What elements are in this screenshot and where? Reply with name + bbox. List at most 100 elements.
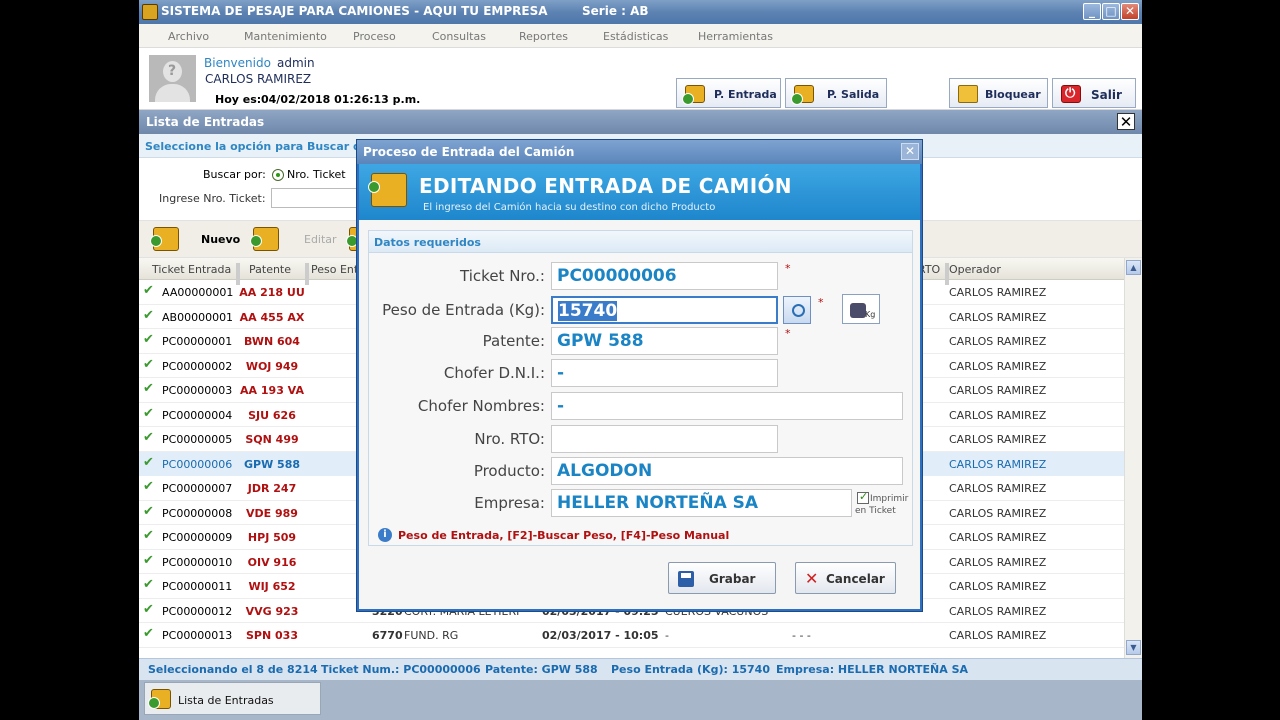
plate-cell: WIJ 652: [248, 580, 296, 593]
company-field[interactable]: HELLER NORTEÑA SA: [551, 489, 852, 517]
search-weight-icon[interactable]: [783, 296, 811, 324]
col-ticket[interactable]: Ticket Entrada: [148, 263, 231, 276]
power-icon: [1061, 85, 1081, 103]
print-checkbox[interactable]: [857, 490, 869, 504]
new-button[interactable]: Nuevo: [201, 233, 240, 246]
operator-cell: CARLOS RAMIREZ: [949, 580, 1047, 593]
plate-cell: BWN 604: [244, 335, 300, 348]
plate-cell: HPJ 509: [247, 531, 297, 544]
section-legend: Datos requeridos: [369, 231, 912, 253]
ticket-search-label: Ingrese Nro. Ticket:: [159, 192, 266, 205]
dialog-body: Datos requeridos Ticket Nro.: PC00000006…: [359, 220, 920, 609]
menu-mantenimiento[interactable]: Mantenimiento: [244, 30, 327, 43]
check-icon: ✔: [143, 503, 154, 519]
ticket-cell: PC00000001: [162, 335, 233, 348]
menu-consultas[interactable]: Consultas: [432, 30, 486, 43]
title-bar: SISTEMA DE PESAJE PARA CAMIONES - AQUI T…: [139, 0, 1142, 24]
section-title: Datos requeridos: [374, 236, 481, 249]
menu-archivo[interactable]: Archivo: [168, 30, 209, 43]
list-title: Lista de Entradas: [146, 115, 265, 129]
menu-estadisticas[interactable]: Estádisticas: [603, 30, 668, 43]
status-weight: Peso Entrada (Kg): 15740: [611, 663, 770, 676]
operator-cell: CARLOS RAMIREZ: [949, 384, 1047, 397]
scroll-up-icon[interactable]: ▲: [1126, 260, 1141, 275]
save-button[interactable]: Grabar: [668, 562, 776, 594]
ticket-cell: PC00000013: [162, 629, 233, 642]
exit-app-button[interactable]: Salir: [1052, 78, 1136, 108]
required-mark: *: [785, 327, 791, 340]
ticket-search-input[interactable]: [271, 188, 361, 208]
exit-process-button[interactable]: P. Salida: [785, 78, 887, 108]
weight-field[interactable]: 15740: [551, 296, 778, 324]
lock-button[interactable]: Bloquear: [949, 78, 1048, 108]
rto-cell: - - -: [792, 629, 811, 642]
scale-kg-icon[interactable]: Kg: [842, 294, 880, 324]
dialog-close-button[interactable]: ✕: [901, 143, 919, 160]
operator-cell: CARLOS RAMIREZ: [949, 359, 1047, 373]
exit-app-label: Salir: [1091, 88, 1122, 102]
new-icon[interactable]: [150, 227, 179, 251]
check-icon: ✔: [143, 552, 154, 568]
plate-field[interactable]: GPW 588: [551, 327, 778, 355]
status-ticket: Ticket Num.: PC00000006: [321, 663, 481, 676]
col-operator[interactable]: Operador: [945, 263, 1001, 276]
plate-cell: VDE 989: [246, 506, 298, 520]
menu-bar: Archivo Mantenimiento Proceso Consultas …: [139, 24, 1142, 48]
ticket-cell: PC00000004: [162, 408, 233, 422]
col-plate[interactable]: Patente: [245, 263, 291, 276]
dialog-heading: EDITANDO ENTRADA DE CAMIÓN: [419, 174, 792, 198]
check-icon: ✔: [143, 479, 154, 494]
ticket-cell: PC00000006: [162, 457, 233, 471]
exit-process-label: P. Salida: [827, 88, 880, 101]
tab-lista-entradas[interactable]: Lista de Entradas: [144, 682, 321, 715]
dni-field[interactable]: -: [551, 359, 778, 387]
ticket-cell: PC00000008: [162, 506, 233, 520]
ticket-cell: PC00000010: [162, 555, 233, 569]
driver-label: Chofer Nombres:: [417, 397, 545, 415]
plate-cell: WOJ 949: [245, 359, 299, 373]
menu-reportes[interactable]: Reportes: [519, 30, 568, 43]
ticket-field[interactable]: PC00000006: [551, 262, 778, 290]
rto-label: Nro. RTO:: [474, 430, 545, 448]
maximize-button[interactable]: □: [1102, 3, 1120, 20]
cancel-button[interactable]: ✕ Cancelar: [795, 562, 896, 594]
scroll-down-icon[interactable]: ▼: [1126, 640, 1141, 655]
lock-label: Bloquear: [985, 88, 1041, 101]
close-list-button[interactable]: ✕: [1117, 113, 1135, 130]
entry-process-button[interactable]: P. Entrada: [676, 78, 781, 108]
ticket-cell: AA00000001: [162, 286, 234, 299]
operator-cell: CARLOS RAMIREZ: [949, 457, 1047, 471]
lock-icon: [958, 85, 978, 103]
check-icon: ✔: [143, 430, 154, 445]
rto-field[interactable]: [551, 425, 778, 453]
menu-proceso[interactable]: Proceso: [353, 30, 396, 43]
weight-cell: 6770: [372, 629, 403, 642]
col-weight[interactable]: Peso Entr: [307, 263, 363, 276]
table-scrollbar[interactable]: ▲ ▼: [1124, 258, 1142, 658]
status-plate: Patente: GPW 588: [485, 663, 598, 676]
serie-label: Serie : AB: [582, 4, 649, 18]
product-field[interactable]: ALGODON: [551, 457, 903, 485]
today-label: Hoy es:: [215, 93, 262, 106]
edit-icon[interactable]: [250, 227, 279, 251]
required-mark: *: [818, 296, 824, 309]
ticket-cell: PC00000011: [162, 580, 233, 593]
edit-button[interactable]: Editar: [304, 233, 337, 246]
ticket-cell: PC00000009: [162, 531, 233, 544]
table-row[interactable]: ✔ PC00000013 SPN 033 CARLOS RAMIREZ 6770 FUND…: [139, 623, 1124, 647]
plate-cell: AA 193 VA: [240, 384, 304, 397]
dialog-title-bar: Proceso de Entrada del Camión ✕: [357, 140, 922, 164]
truck-app-icon: [142, 4, 158, 20]
required-mark: *: [785, 262, 791, 275]
driver-field[interactable]: -: [551, 392, 903, 420]
check-icon: ✔: [143, 405, 154, 421]
dialog-subheading: El ingreso del Camión hacia su destino c…: [423, 202, 716, 213]
minimize-button[interactable]: _: [1083, 3, 1101, 20]
truck-out-icon: [791, 85, 814, 105]
ticket-radio[interactable]: [272, 169, 284, 181]
plate-cell: AA 455 AX: [239, 310, 305, 324]
close-window-button[interactable]: ✕: [1121, 3, 1139, 20]
operator-cell: CARLOS RAMIREZ: [949, 629, 1047, 642]
plate-cell: GPW 588: [243, 457, 300, 471]
menu-herramientas[interactable]: Herramientas: [698, 30, 773, 43]
